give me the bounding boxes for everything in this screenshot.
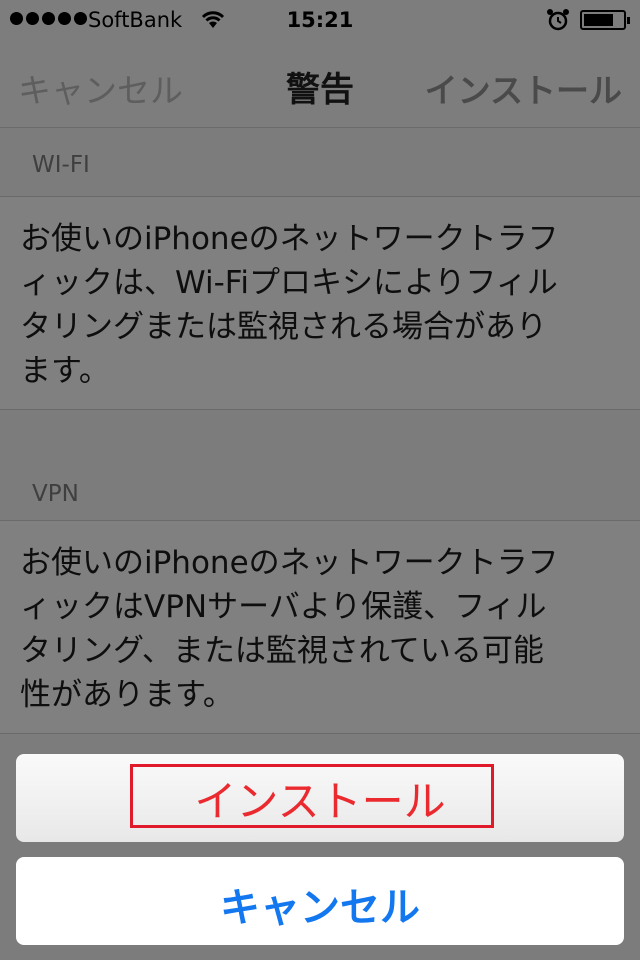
warning-text-vpn: お使いのiPhoneのネットワークトラフ ィックはVPNサーバより保護、フィル … [20, 545, 559, 713]
nav-install-button[interactable]: インストール [425, 64, 622, 112]
battery-icon [580, 10, 630, 30]
warning-cell-wifi: お使いのiPhoneのネットワークトラフ ィックは、Wi-Fiプロキシによりフィ… [0, 196, 640, 410]
screen: SoftBank 15:21 キャンセル 警告 インストール WI-FI お使い… [0, 0, 640, 960]
cancel-button[interactable]: キャンセル [16, 857, 624, 945]
clock-time: 15:21 [286, 8, 354, 32]
install-button[interactable]: インストール [16, 754, 624, 842]
status-bar: SoftBank 15:21 [0, 0, 640, 40]
navigation-bar: キャンセル 警告 インストール [0, 40, 640, 128]
section-header-vpn: VPN [32, 481, 79, 507]
warning-text-wifi: お使いのiPhoneのネットワークトラフ ィックは、Wi-Fiプロキシによりフィ… [20, 221, 559, 389]
cancel-button-label: キャンセル [220, 885, 420, 931]
warning-cell-vpn: お使いのiPhoneのネットワークトラフ ィックはVPNサーバより保護、フィル … [0, 520, 640, 734]
section-header-wifi: WI-FI [32, 152, 90, 178]
alarm-icon [547, 9, 569, 31]
install-button-label: インストール [194, 777, 446, 826]
